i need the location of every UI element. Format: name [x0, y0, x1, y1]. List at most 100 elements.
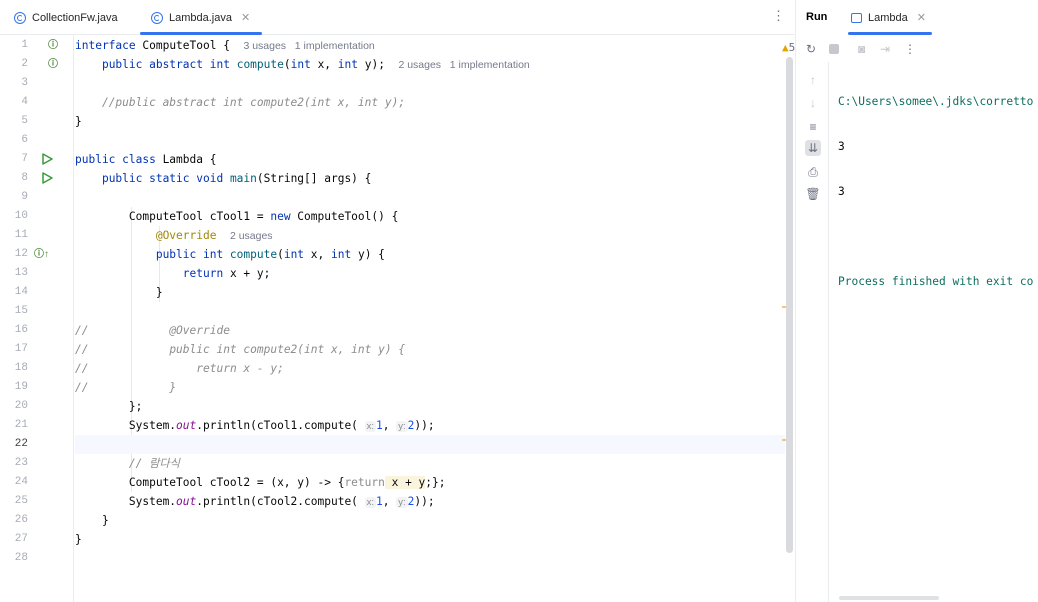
line-number: 12 — [14, 248, 28, 260]
code-line-22-current[interactable] — [75, 435, 785, 454]
code-line-26: } — [101, 514, 109, 527]
trash-icon[interactable]: 🗑 — [805, 186, 821, 202]
line-number: 4 — [21, 96, 28, 108]
line-number: 17 — [14, 343, 28, 355]
more-options-icon[interactable]: ⋮ — [904, 42, 916, 56]
run-tab-label: Lambda — [868, 11, 908, 24]
console-exit-line: Process finished with exit co — [838, 275, 1034, 288]
code-line-25: System.out.println(cTool2.compute( x: 1, … — [128, 495, 435, 508]
line-number: 2 — [21, 58, 28, 70]
usages-hint[interactable]: 3 usages 1 implementation — [243, 40, 374, 52]
overrides-icon[interactable]: ⓘ↑ — [34, 245, 49, 264]
down-arrow-icon[interactable]: ↓ — [805, 95, 821, 111]
code-line-7: public class Lambda { — [75, 153, 217, 166]
line-number: 23 — [14, 457, 28, 469]
code-area[interactable]: ▲5 ▲1 ︿ ﹀ interface ComputeTool { 3 usag… — [75, 35, 849, 602]
param-hint: x: — [364, 497, 377, 508]
line-number: 18 — [14, 362, 28, 374]
line-number: 25 — [14, 495, 28, 507]
close-icon[interactable]: ✕ — [241, 11, 250, 24]
code-line-20: }; — [128, 400, 143, 413]
run-tab-lambda[interactable]: Lambda ✕ — [851, 0, 926, 35]
stop-icon[interactable] — [829, 44, 839, 54]
screenshot-icon[interactable]: ◙ — [858, 42, 865, 56]
console-horizontal-scrollbar[interactable] — [839, 596, 939, 600]
param-hint: y: — [396, 497, 408, 508]
tab-label: Lambda.java — [169, 11, 232, 24]
line-number: 28 — [14, 552, 28, 564]
line-number: 13 — [14, 267, 28, 279]
java-class-icon — [14, 11, 26, 24]
code-line-19: // } — [75, 381, 177, 394]
line-number: 9 — [21, 191, 28, 203]
code-line-11: @Override 2 usages — [155, 229, 273, 242]
line-number: 16 — [14, 324, 28, 336]
tab-label: CollectionFw.java — [32, 11, 118, 24]
line-number: 21 — [14, 419, 28, 431]
code-line-14: } — [155, 286, 163, 299]
console-output-line: 3 — [838, 140, 845, 153]
line-number: 5 — [21, 115, 28, 127]
code-line-17: // public int compute2(int x, int y) { — [75, 343, 406, 356]
editor-scrollbar[interactable] — [786, 57, 793, 553]
line-number-current: 22 — [14, 438, 28, 450]
tab-collectionfw-java[interactable]: CollectionFw.java — [14, 0, 118, 35]
run-title: Run — [806, 11, 828, 23]
line-number: 14 — [14, 286, 28, 298]
run-gutter-icon[interactable] — [41, 150, 53, 169]
exit-icon[interactable]: ⇥ — [880, 42, 890, 56]
line-number: 15 — [14, 305, 28, 317]
active-tab-indicator — [848, 32, 932, 35]
close-icon[interactable]: ✕ — [917, 11, 926, 24]
line-number: 19 — [14, 381, 28, 393]
print-icon[interactable]: ⎙ — [805, 164, 821, 180]
code-line-8: public static void main(String[] args) { — [101, 172, 372, 185]
scroll-to-end-icon[interactable]: ⇊ — [805, 140, 821, 156]
line-number: 27 — [14, 533, 28, 545]
param-hint: x: — [364, 421, 377, 432]
code-line-27: } — [75, 533, 82, 546]
code-line-5: } — [75, 115, 82, 128]
line-number: 20 — [14, 400, 28, 412]
console-output-line: 3 — [838, 185, 845, 198]
line-number: 7 — [21, 153, 28, 165]
up-arrow-icon[interactable]: ↑ — [805, 72, 821, 88]
run-tool-window: Run Lambda ✕ ↻ ◙ ⇥ ⋮ ↑ ↓ ≡ ⇊ ⎙ 🗑 C:\User… — [795, 0, 1038, 602]
implemented-icon[interactable]: ⓘ — [48, 36, 60, 55]
tab-lambda-java[interactable]: Lambda.java ✕ — [140, 0, 263, 35]
line-number: 8 — [21, 172, 28, 184]
code-line-21: System.out.println(cTool1.compute( x: 1, … — [128, 419, 435, 432]
implemented-icon[interactable]: ⓘ — [48, 55, 60, 74]
code-editor[interactable]: 1 2 3 4 5 6 7 8 9 10 11 12 13 14 15 16 1… — [0, 35, 849, 602]
line-number: 1 — [21, 39, 28, 51]
code-line-13: return x + y; — [182, 267, 271, 280]
code-line-23: // 람다식 — [128, 457, 180, 470]
usages-hint[interactable]: 2 usages — [230, 230, 273, 242]
line-number: 24 — [14, 476, 28, 488]
soft-wrap-icon[interactable]: ≡ — [805, 119, 821, 135]
console-side-toolbar: ↑ ↓ ≡ ⇊ ⎙ 🗑 — [796, 62, 829, 602]
java-class-icon — [151, 11, 163, 24]
run-header: Run Lambda ✕ — [796, 0, 1038, 35]
code-line-4: //public abstract int compute2(int x, in… — [101, 96, 406, 109]
line-number: 11 — [14, 229, 28, 241]
editor-tab-bar: CollectionFw.java Lambda.java ✕ ⋮ — [0, 0, 795, 35]
run-toolbar: ↻ ◙ ⇥ ⋮ — [796, 38, 1038, 62]
code-line-12: public int compute(int x, int y) { — [155, 248, 385, 261]
console-output[interactable]: C:\Users\somee\.jdks\corretto 3 3 Proces… — [838, 66, 1033, 317]
code-line-16: // @Override — [75, 324, 230, 337]
code-line-24: ComputeTool cTool2 = (x, y) -> {return x… — [128, 476, 446, 489]
run-gutter-icon[interactable] — [41, 169, 53, 188]
run-config-icon — [851, 12, 862, 23]
line-number: 26 — [14, 514, 28, 526]
code-line-10: ComputeTool cTool1 = new ComputeTool() { — [128, 210, 399, 223]
code-line-18: // return x - y; — [75, 362, 284, 375]
more-tabs-icon[interactable]: ⋮ — [772, 9, 785, 23]
rerun-icon[interactable]: ↻ — [806, 42, 816, 56]
usages-hint[interactable]: 2 usages 1 implementation — [398, 59, 529, 71]
code-line-1: interface ComputeTool { 3 usages 1 imple… — [75, 39, 375, 52]
code-line-2: public abstract int compute(int x, int y… — [101, 58, 530, 71]
line-number: 10 — [14, 210, 28, 222]
line-number: 6 — [21, 134, 28, 146]
